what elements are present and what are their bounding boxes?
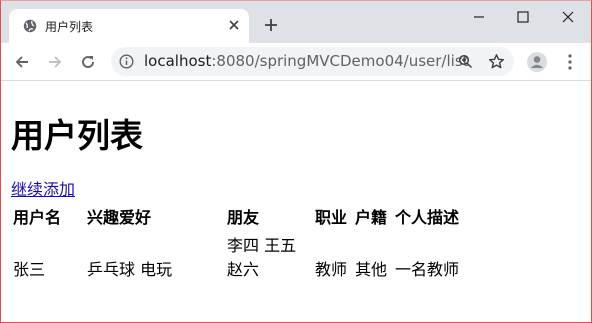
globe-icon [23, 19, 37, 33]
cell-residence: 其他 [355, 260, 388, 279]
cell-description: 一名教师 [395, 260, 460, 279]
minimize-icon[interactable] [471, 9, 487, 25]
back-icon[interactable] [13, 53, 31, 71]
header-occupation: 职业 [315, 208, 348, 227]
maximize-icon[interactable] [515, 9, 531, 25]
user-table: 用户名 兴趣爱好 朋友 职业 户籍 个人描述 张三 乒乓球 电玩 李四 王五 赵… [10, 201, 468, 283]
cell-friends: 李四 王五 赵六 [227, 236, 297, 279]
cell-hobbies: 乒乓球 电玩 [87, 260, 173, 279]
window-close-icon[interactable] [560, 9, 576, 25]
zoom-icon[interactable] [458, 54, 473, 69]
info-icon[interactable] [119, 54, 134, 69]
header-description: 个人描述 [395, 208, 460, 227]
url-host: localhost [144, 52, 212, 70]
header-username: 用户名 [13, 208, 62, 227]
table-header-row: 用户名 兴趣爱好 朋友 职业 户籍 个人描述 [12, 203, 466, 229]
page-content: 用户列表 继续添加 用户名 兴趣爱好 朋友 职业 户籍 个人描述 张三 乒乓球 … [1, 81, 591, 322]
url-path: :8080/springMVCDemo04/user/list [211, 52, 469, 70]
cell-occupation: 教师 [315, 260, 348, 279]
cell-username: 张三 [13, 260, 46, 279]
plus-icon[interactable] [263, 17, 279, 33]
browser-window: 用户列表 localhost:8080/springMVCDemo04/user… [0, 0, 592, 323]
header-hobbies: 兴趣爱好 [87, 208, 152, 227]
forward-icon[interactable] [46, 53, 64, 71]
tab-strip: 用户列表 [1, 1, 591, 43]
tab-title: 用户列表 [45, 20, 94, 34]
header-residence: 户籍 [355, 208, 388, 227]
reload-icon[interactable] [79, 53, 97, 71]
address-bar[interactable]: localhost:8080/springMVCDemo04/user/list [111, 47, 514, 76]
table-row: 张三 乒乓球 电玩 李四 王五 赵六 教师 其他 一名教师 [12, 231, 466, 281]
star-icon[interactable] [488, 53, 505, 70]
url-text[interactable]: localhost:8080/springMVCDemo04/user/list [144, 52, 469, 70]
menu-icon[interactable] [563, 53, 577, 71]
page-title: 用户列表 [11, 116, 143, 155]
add-more-link[interactable]: 继续添加 [11, 176, 75, 200]
tab-user-list[interactable]: 用户列表 [9, 9, 249, 43]
toolbar: localhost:8080/springMVCDemo04/user/list [1, 43, 591, 81]
header-friends: 朋友 [227, 208, 260, 227]
avatar-icon[interactable] [527, 52, 547, 72]
close-icon[interactable] [227, 18, 241, 32]
